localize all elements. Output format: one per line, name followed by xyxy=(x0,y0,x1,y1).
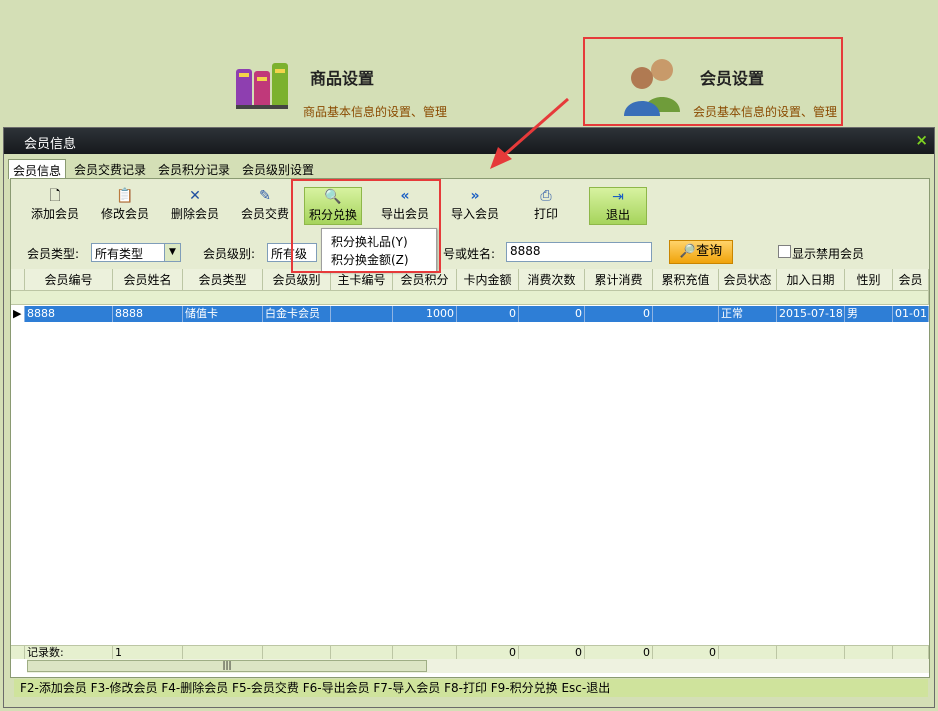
pen-icon: ✎ xyxy=(259,188,271,204)
footer-cell xyxy=(331,645,393,659)
member-type-label: 会员类型: xyxy=(27,247,80,261)
table-cell[interactable]: 0 xyxy=(457,306,519,322)
chevron-down-icon[interactable]: ▼ xyxy=(164,244,180,261)
footer-cell: 0 xyxy=(585,645,653,659)
footer-cell: 0 xyxy=(519,645,585,659)
table-cell[interactable]: 2015-07-18 xyxy=(777,306,845,322)
double-right-arrow-icon: » xyxy=(470,188,480,204)
column-header[interactable]: 卡内金额 xyxy=(457,269,519,291)
print-label: 打印 xyxy=(533,207,558,221)
edit-member-button[interactable]: 📋 修改会员 xyxy=(95,187,155,225)
footer-cell xyxy=(393,645,457,659)
footer-cell xyxy=(263,645,331,659)
column-header[interactable]: 性别 xyxy=(845,269,893,291)
footer-cell: 1 xyxy=(113,645,183,659)
member-settings-highlight xyxy=(583,37,843,126)
search-icon: 🔎 xyxy=(679,244,697,259)
delete-x-icon: ✕ xyxy=(189,188,201,204)
add-member-label: 添加会员 xyxy=(30,207,79,221)
search-name-input[interactable]: 8888 xyxy=(506,242,652,262)
column-header[interactable]: 累计消费 xyxy=(585,269,653,291)
table-cell[interactable] xyxy=(331,306,393,322)
table-cell[interactable]: 8888 xyxy=(113,306,183,322)
table-cell[interactable]: 储值卡 xyxy=(183,306,263,322)
column-header[interactable]: 会员姓名 xyxy=(113,269,183,291)
table-cell[interactable]: 正常 xyxy=(719,306,777,322)
table-cell[interactable]: 0 xyxy=(585,306,653,322)
horizontal-scrollbar[interactable]: ||| xyxy=(27,659,929,673)
member-level-label: 会员级别: xyxy=(203,247,256,261)
table-cell[interactable]: 0 xyxy=(519,306,585,322)
import-members-button[interactable]: » 导入会员 xyxy=(445,187,505,225)
column-header[interactable]: 会员状态 xyxy=(719,269,777,291)
new-document-icon: 🗋 xyxy=(49,188,61,204)
table-cell[interactable]: 白金卡会员 xyxy=(263,306,331,322)
table-cell[interactable]: 1000 xyxy=(393,306,457,322)
annotation-arrow-icon xyxy=(490,97,569,169)
show-disabled-label: 显示禁用会员 xyxy=(792,247,865,261)
goods-settings-tile[interactable]: 商品设置 商品基本信息的设置、管理 xyxy=(230,55,460,121)
search-name-label: 号或姓名: xyxy=(443,247,496,261)
tab-member-info[interactable]: 会员信息 xyxy=(8,159,67,179)
member-table: 会员编号 会员姓名 会员类型 会员级别 主卡编号 会员积分 卡内金额 消费次数 … xyxy=(11,269,929,677)
footer-cell: 0 xyxy=(653,645,719,659)
exit-label: 退出 xyxy=(605,208,630,222)
query-label: 查询 xyxy=(696,244,723,259)
footer-cell xyxy=(11,645,25,659)
import-members-label: 导入会员 xyxy=(450,207,499,221)
column-header[interactable]: 加入日期 xyxy=(777,269,845,291)
print-button[interactable]: ⎙ 打印 xyxy=(521,187,571,225)
goods-books-icon xyxy=(236,63,288,109)
footer-cell: 0 xyxy=(457,645,519,659)
table-cell[interactable]: 8888 xyxy=(25,306,113,322)
tab-level-settings[interactable]: 会员级别设置 xyxy=(238,159,318,179)
filter-row[interactable] xyxy=(11,291,929,305)
member-type-select[interactable]: 所有类型 ▼ xyxy=(91,243,181,262)
edit-member-label: 修改会员 xyxy=(100,207,149,221)
goods-settings-subtitle: 商品基本信息的设置、管理 xyxy=(303,105,448,119)
search-name-value: 8888 xyxy=(510,244,541,258)
column-header[interactable]: 累积充值 xyxy=(653,269,719,291)
member-payment-button[interactable]: ✎ 会员交费 xyxy=(235,187,295,225)
column-header[interactable]: 会员 xyxy=(893,269,929,291)
tab-points-records[interactable]: 会员积分记录 xyxy=(154,159,234,179)
column-header[interactable]: 会员编号 xyxy=(25,269,113,291)
printer-icon: ⎙ xyxy=(540,188,552,204)
member-info-panel: 🗋 添加会员 📋 修改会员 ✕ 删除会员 ✎ 会员交费 🔍 积分兑换 « 导出会… xyxy=(10,178,930,678)
member-type-value: 所有类型 xyxy=(95,247,144,261)
top-banner: 商品设置 商品基本信息的设置、管理 会员设置 会员基本信息的设置、管理 xyxy=(0,0,938,127)
table-cell[interactable] xyxy=(653,306,719,322)
member-info-window: 会员信息 × 会员信息 会员交费记录 会员积分记录 会员级别设置 🗋 添加会员 … xyxy=(3,127,935,708)
footer-cell xyxy=(719,645,777,659)
table-cell[interactable]: 01-01 xyxy=(893,306,929,322)
footer-cell xyxy=(777,645,845,659)
exit-button[interactable]: ⇥ 退出 xyxy=(589,187,647,225)
exit-door-icon: ⇥ xyxy=(612,189,624,205)
column-header[interactable]: 会员类型 xyxy=(183,269,263,291)
points-exchange-highlight xyxy=(291,179,441,273)
shortcut-statusbar: F2-添加会员 F3-修改会员 F4-删除会员 F5-会员交费 F6-导出会员 … xyxy=(14,679,928,697)
scrollbar-thumb[interactable]: ||| xyxy=(27,660,427,672)
footer-cell xyxy=(845,645,893,659)
window-title: 会员信息 xyxy=(24,137,77,152)
tab-payment-records[interactable]: 会员交费记录 xyxy=(70,159,150,179)
delete-member-label: 删除会员 xyxy=(170,207,219,221)
table-cell[interactable]: 男 xyxy=(845,306,893,322)
footer-cell xyxy=(183,645,263,659)
goods-settings-title: 商品设置 xyxy=(310,69,375,88)
close-icon[interactable]: × xyxy=(915,131,928,149)
row-indicator-header xyxy=(11,269,25,291)
column-header[interactable]: 消费次数 xyxy=(519,269,585,291)
add-member-button[interactable]: 🗋 添加会员 xyxy=(25,187,85,225)
member-payment-label: 会员交费 xyxy=(240,207,289,221)
row-indicator: ▶ xyxy=(11,306,25,322)
footer-cell xyxy=(893,645,929,659)
clipboard-icon: 📋 xyxy=(116,188,134,204)
window-titlebar: 会员信息 × xyxy=(4,128,934,154)
show-disabled-checkbox[interactable] xyxy=(778,245,791,258)
query-button[interactable]: 🔎查询 xyxy=(669,240,733,264)
delete-member-button[interactable]: ✕ 删除会员 xyxy=(165,187,225,225)
footer-cell: 记录数: xyxy=(25,645,113,659)
